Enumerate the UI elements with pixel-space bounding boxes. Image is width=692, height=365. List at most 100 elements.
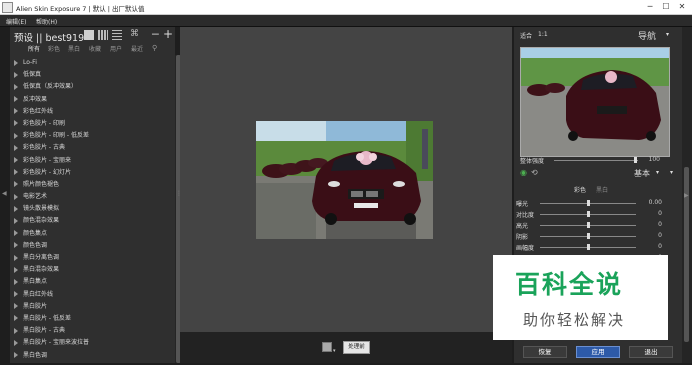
list-view-icon[interactable] (112, 30, 122, 40)
preset-item[interactable]: 彩色红外线 (14, 106, 166, 118)
preset-item[interactable]: 颜色色调 (14, 240, 166, 252)
section-title[interactable]: 基本 (634, 168, 650, 179)
preset-item[interactable]: 低保真（反冲效果） (14, 81, 166, 93)
compare-view-icon[interactable] (322, 342, 332, 352)
filter-all[interactable]: 所有 (28, 44, 40, 53)
preset-item[interactable]: 黑白红外线 (14, 289, 166, 301)
filter-favorites[interactable]: 收藏 (89, 44, 101, 53)
exit-button[interactable]: 退出 (629, 346, 673, 358)
preset-item[interactable]: 彩色胶片 - 印刷 (14, 118, 166, 130)
slider-value[interactable]: 0 (642, 221, 662, 228)
expand-arrow-icon[interactable] (14, 83, 18, 90)
preset-item[interactable]: Lo-Fi (14, 57, 166, 69)
zoom-fit-button[interactable]: 适合 (520, 31, 532, 40)
preset-item[interactable]: 黑白胶片 - 古典 (14, 325, 166, 337)
menu-edit[interactable]: 编辑(E) (6, 17, 26, 26)
preset-item[interactable]: 黑白混杂效果 (14, 264, 166, 276)
adjustments-scrollbar[interactable]: ▶ (682, 27, 692, 363)
add-preset-button[interactable]: + (163, 27, 173, 41)
section-menu-icon[interactable]: ▾ (670, 169, 673, 176)
preset-item[interactable]: 电影艺术 (14, 191, 166, 203)
expand-arrow-icon[interactable] (14, 193, 18, 200)
reset-section-icon[interactable]: ⟲ (531, 168, 538, 177)
expand-arrow-icon[interactable] (14, 181, 18, 188)
preset-item[interactable]: 镜头散景模拟 (14, 203, 166, 215)
preset-item[interactable]: 彩色胶片 - 印刷 - 低反差 (14, 130, 166, 142)
navigator-thumbnail[interactable] (520, 47, 670, 157)
slider-value[interactable]: 0.00 (642, 199, 662, 206)
zoom-1to1-button[interactable]: 1:1 (538, 31, 548, 38)
slider-knob[interactable] (587, 200, 590, 206)
preset-item[interactable]: 低保真 (14, 69, 166, 81)
expand-arrow-icon[interactable] (14, 266, 18, 273)
filter-bw[interactable]: 黑白 (68, 44, 80, 53)
enable-toggle-icon[interactable]: ◉ (520, 168, 527, 177)
expand-arrow-icon[interactable] (14, 327, 18, 334)
expand-arrow-icon[interactable] (14, 71, 18, 78)
preset-item[interactable]: 黑白集点 (14, 276, 166, 288)
expand-arrow-icon[interactable] (14, 352, 18, 358)
slider-knob[interactable] (587, 244, 590, 250)
compare-dropdown-icon[interactable]: ▾ (333, 348, 336, 354)
overall-strength-value[interactable]: 100 (640, 156, 660, 163)
expand-arrow-icon[interactable] (14, 303, 18, 310)
expand-arrow-icon[interactable] (14, 230, 18, 237)
preset-item[interactable]: 彩色胶片 - 古典 (14, 142, 166, 154)
grid-large-view-icon[interactable] (84, 30, 94, 40)
search-icon[interactable]: ⚲ (152, 44, 157, 52)
expand-arrow-icon[interactable] (14, 205, 18, 212)
overall-strength-track[interactable] (554, 160, 638, 161)
expand-arrow-icon[interactable] (14, 291, 18, 298)
expand-arrow-icon[interactable] (14, 169, 18, 176)
tab-bw[interactable]: 黑白 (596, 185, 608, 194)
preset-item[interactable]: 黑白胶片 (14, 301, 166, 313)
maximize-button[interactable]: ☐ (660, 2, 672, 13)
before-button[interactable]: 处理前 (343, 341, 370, 354)
slider-knob[interactable] (587, 211, 590, 217)
preset-item[interactable]: 颜色混杂效果 (14, 215, 166, 227)
expand-arrow-icon[interactable] (14, 242, 18, 249)
expand-arrow-icon[interactable] (14, 157, 18, 163)
expand-arrow-icon[interactable] (14, 254, 18, 261)
filter-recent[interactable]: 最近 (131, 44, 143, 53)
reset-button[interactable]: 恢复 (523, 346, 567, 358)
preset-item[interactable]: 黑白分离色调 (14, 252, 166, 264)
preset-item[interactable]: 反冲效果 (14, 94, 166, 106)
slider-value[interactable]: 0 (642, 232, 662, 239)
expand-arrow-icon[interactable] (14, 132, 18, 139)
expand-arrow-icon[interactable] (14, 120, 18, 127)
navigator-menu-icon[interactable]: ▾ (666, 31, 669, 38)
tab-color[interactable]: 彩色 (574, 185, 586, 194)
collapse-right-icon[interactable]: ▶ (684, 192, 689, 199)
filter-color[interactable]: 彩色 (48, 44, 60, 53)
collapse-icon[interactable]: ─ (152, 28, 159, 41)
preset-item[interactable]: 彩色胶片 - 幻灯片 (14, 167, 166, 179)
preset-item[interactable]: 黑白色调 (14, 350, 166, 362)
expand-arrow-icon[interactable] (14, 278, 18, 285)
collapse-left-icon[interactable]: ◀ (2, 190, 7, 197)
slider-value[interactable]: 0 (642, 210, 662, 217)
preset-item[interactable]: 黑白胶片 - 低反差 (14, 313, 166, 325)
expand-arrow-icon[interactable] (14, 217, 18, 224)
close-button[interactable]: ✕ (676, 2, 688, 13)
expand-arrow-icon[interactable] (14, 59, 18, 66)
expand-arrow-icon[interactable] (14, 339, 18, 346)
slider-knob[interactable] (587, 233, 590, 239)
preset-item[interactable]: 彩色胶片 - 宝丽来 (14, 155, 166, 167)
slider-knob[interactable] (587, 222, 590, 228)
preset-item[interactable]: 黑白胶片 - 宝丽来波拉普 (14, 337, 166, 349)
collapse-all-icon[interactable]: ⌘ (130, 30, 140, 40)
expand-arrow-icon[interactable] (14, 108, 18, 115)
section-dropdown-icon[interactable]: ▾ (656, 169, 659, 176)
apply-button[interactable]: 应用 (576, 346, 620, 358)
slider-value[interactable]: 0 (642, 243, 662, 250)
filter-user[interactable]: 用户 (110, 44, 122, 53)
minimize-button[interactable]: ─ (644, 2, 656, 13)
expand-arrow-icon[interactable] (14, 96, 18, 103)
grid-small-view-icon[interactable] (98, 30, 108, 40)
overall-strength-knob[interactable] (634, 157, 638, 163)
expand-arrow-icon[interactable] (14, 315, 18, 322)
expand-arrow-icon[interactable] (14, 144, 18, 151)
preset-item[interactable]: 颜色集点 (14, 228, 166, 240)
preset-item[interactable]: 照片颜色褪色 (14, 179, 166, 191)
